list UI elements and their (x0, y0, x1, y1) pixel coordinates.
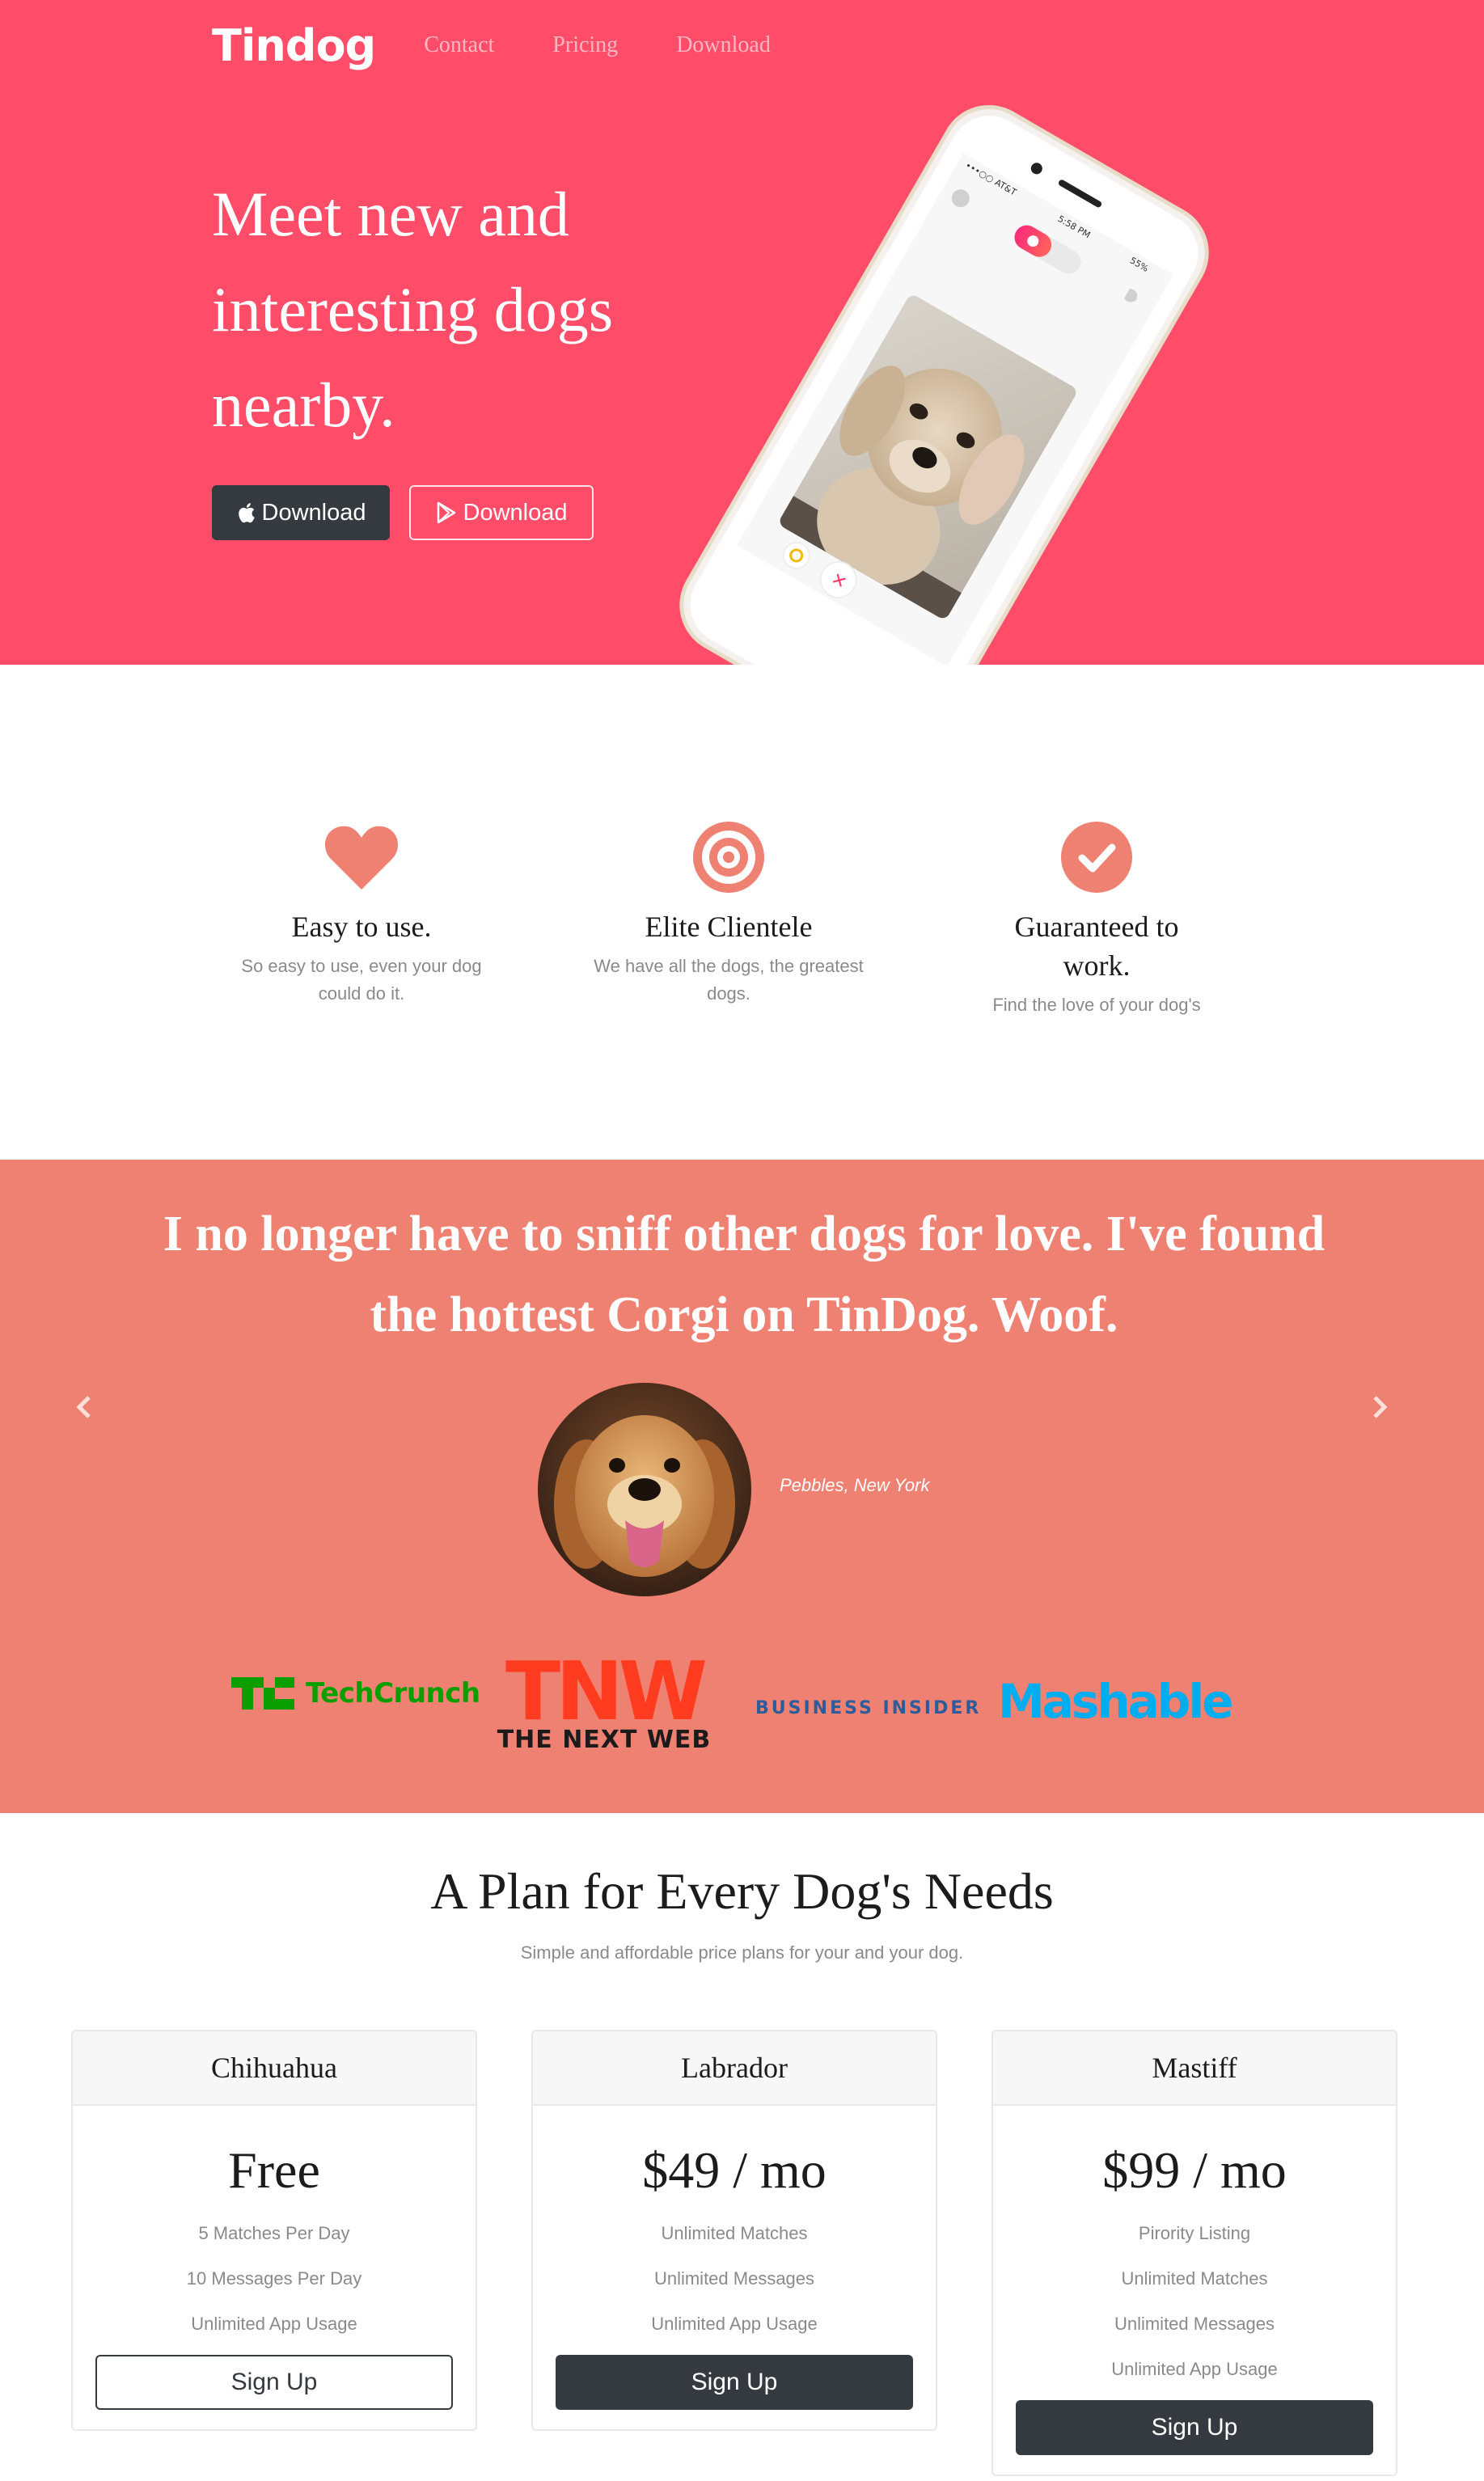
hero-title: Meet new and interesting dogs nearby. (212, 179, 614, 440)
feature-text: We have all the dogs, the greatest dogs. (594, 956, 864, 1004)
google-play-icon (437, 501, 455, 524)
heart-icon (324, 826, 399, 890)
plan-name: Chihuahua (73, 2031, 476, 2106)
download-app-store-label: Download (261, 499, 366, 526)
plan-feature: Unlimited Matches (661, 2223, 808, 2243)
plan-feature: Unlimited Matches (1121, 2268, 1268, 2289)
pricing-title: A Plan for Every Dog's Needs (430, 1862, 1054, 1920)
bullseye-icon (693, 822, 764, 893)
download-app-store-button[interactable]: Download (212, 485, 390, 540)
plan-feature: Pirority Listing (1138, 2223, 1251, 2243)
plan-feature: 10 Messages Per Day (186, 2268, 362, 2289)
plan-price: $99 / mo (1102, 2141, 1287, 2199)
pricing-subtitle: Simple and affordable price plans for yo… (520, 1942, 964, 1963)
techcrunch-mark (231, 1677, 294, 1710)
apple-icon (238, 503, 255, 523)
svg-text:55%: 55% (1128, 255, 1151, 273)
mashable-logo: Mashable (998, 1674, 1234, 1729)
testimonial-quote: I no longer have to sniff other dogs for… (163, 1207, 1325, 1342)
tnw-text: THE NEXT WEB (497, 1726, 712, 1754)
plan-feature: Unlimited Messages (653, 2268, 815, 2289)
business-insider-logo: BUSINESS INSIDER (755, 1698, 982, 1718)
nav-link-contact[interactable]: Contact (424, 32, 494, 58)
signup-button-chihuahua[interactable]: Sign Up (95, 2355, 453, 2410)
features-section: Easy to use. So easy to use, even your d… (0, 665, 1484, 1160)
carousel-prev-button[interactable] (68, 1384, 100, 1430)
feature-title: Guaranteed to work. (1014, 911, 1179, 982)
plan-feature: Unlimited App Usage (651, 2314, 818, 2334)
chevron-right-icon (1373, 1396, 1388, 1418)
feature-text: So easy to use, even your dog could do i… (241, 956, 482, 1004)
pricing-section: A Plan for Every Dog's Needs Simple and … (0, 1813, 1484, 2481)
plan-feature: 5 Matches Per Day (198, 2223, 350, 2243)
pricing-card-mastiff: Mastiff $99 / mo Pirority Listing Unlimi… (991, 2030, 1397, 2476)
nav-link-pricing[interactable]: Pricing (552, 32, 618, 58)
signup-button-labrador[interactable]: Sign Up (556, 2355, 913, 2410)
feature-title: Elite Clientele (645, 911, 813, 943)
chevron-left-icon (76, 1396, 91, 1418)
svg-text:5:58 PM: 5:58 PM (1056, 213, 1093, 240)
testimonial-section: I no longer have to sniff other dogs for… (0, 1160, 1484, 1813)
tnw-logo: TNW THE NEXT WEB (488, 1644, 720, 1755)
tnw-mark: TNW (505, 1644, 708, 1739)
testimonial-avatar (538, 1383, 751, 1596)
download-google-play-button[interactable]: Download (409, 485, 594, 540)
techcrunch-logo: TechCrunch (231, 1677, 480, 1710)
svg-text:✕: ✕ (827, 568, 850, 594)
testimonial-author: Pebbles, New York (780, 1475, 930, 1495)
plan-feature: Unlimited App Usage (1111, 2359, 1278, 2379)
plan-feature: Unlimited App Usage (191, 2314, 357, 2334)
plan-name: Labrador (533, 2031, 936, 2106)
signup-button-mastiff[interactable]: Sign Up (1016, 2400, 1373, 2455)
svg-text:•••○○ AT&T: •••○○ AT&T (963, 160, 1018, 198)
feature-title: Easy to use. (291, 911, 432, 943)
plan-feature: Unlimited Messages (1114, 2314, 1275, 2334)
nav-link-download[interactable]: Download (676, 32, 771, 58)
download-google-play-label: Download (463, 499, 568, 526)
navbar: Tindog Contact Pricing Download (212, 18, 829, 73)
feature-easy-to-use: Easy to use. So easy to use, even your d… (224, 818, 499, 1008)
feature-text: Find the love of your dog's (992, 995, 1201, 1015)
check-circle-icon (1061, 822, 1132, 893)
carousel-next-button[interactable] (1364, 1384, 1396, 1430)
feature-elite-clientele: Elite Clientele We have all the dogs, th… (591, 818, 866, 1008)
feature-guaranteed: Guaranteed to work. Find the love of you… (959, 818, 1234, 1019)
dog-photo (538, 1383, 751, 1596)
pricing-card-chihuahua: Chihuahua Free 5 Matches Per Day 10 Mess… (71, 2030, 477, 2431)
plan-name: Mastiff (993, 2031, 1396, 2106)
techcrunch-text: TechCrunch (306, 1677, 480, 1710)
plan-price: Free (228, 2141, 320, 2199)
brand-logo[interactable]: Tindog (212, 20, 376, 71)
plan-price: $49 / mo (642, 2141, 827, 2199)
hero-section: Tindog Contact Pricing Download Meet new… (0, 0, 1484, 665)
pricing-card-labrador: Labrador $49 / mo Unlimited Matches Unli… (531, 2030, 937, 2431)
